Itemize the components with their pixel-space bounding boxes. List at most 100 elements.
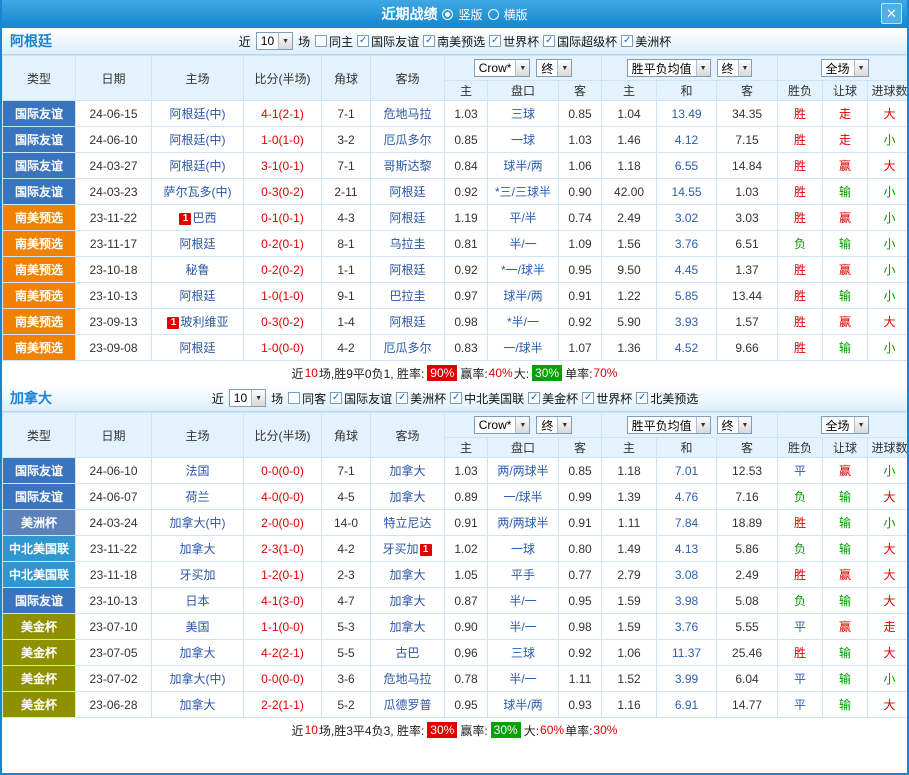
competition-filter-checkbox[interactable]: ✓中北美国联 (450, 390, 524, 407)
away-team-link[interactable]: 阿根廷 (389, 315, 425, 329)
recent-count-select[interactable]: 10▼ (229, 389, 266, 407)
handicap-cell: 半/一 (488, 588, 559, 614)
competition-type-cell: 南美预选 (3, 335, 76, 361)
layout-horizontal-label[interactable]: 横版 (504, 6, 528, 23)
avg-draw-odds-cell: 3.99 (657, 666, 717, 692)
away-team-link[interactable]: 加拿大 (389, 594, 425, 608)
home-team-link[interactable]: 美国 (185, 620, 209, 634)
avg-stage-select[interactable]: 终▼ (717, 59, 753, 77)
period-select[interactable]: 全场▼ (821, 416, 869, 434)
away-team-cell: 危地马拉 (371, 101, 445, 127)
away-team-link[interactable]: 加拿大 (389, 568, 425, 582)
home-team-link[interactable]: 加拿大(中) (170, 672, 226, 686)
goals-verdict-cell: 小 (868, 231, 909, 257)
handicap-verdict-cell: 输 (823, 588, 868, 614)
layout-horizontal-radio[interactable] (488, 9, 499, 20)
avg-stage-select[interactable]: 终▼ (717, 416, 753, 434)
close-icon[interactable]: ✕ (881, 3, 902, 24)
summary-text: 场,胜9平0负1, 胜率: (319, 365, 424, 382)
competition-filter-checkbox[interactable]: ✓美洲杯 (396, 390, 446, 407)
away-team-cell: 危地马拉 (371, 666, 445, 692)
home-team-cell: 1玻利维亚 (152, 309, 244, 335)
bookmaker-select[interactable]: Crow*▼ (474, 416, 531, 434)
home-team-link[interactable]: 荷兰 (185, 490, 209, 504)
away-team-link[interactable]: 阿根廷 (389, 185, 425, 199)
away-team-link[interactable]: 加拿大 (389, 464, 425, 478)
goals-verdict-cell: 小 (868, 127, 909, 153)
handicap-verdict-cell: 走 (823, 101, 868, 127)
ah-home-odds-cell: 1.19 (445, 205, 488, 231)
competition-filter-checkbox[interactable]: ✓世界杯 (489, 33, 539, 50)
chevron-down-icon: ▼ (738, 60, 752, 76)
result-cell: 胜 (778, 640, 823, 666)
avg-odds-select[interactable]: 胜平负均值▼ (627, 59, 711, 77)
col-ah-home: 主 (445, 81, 488, 101)
period-select[interactable]: 全场▼ (821, 59, 869, 77)
home-team-link[interactable]: 玻利维亚 (180, 315, 228, 329)
avg-odds-select[interactable]: 胜平负均值▼ (627, 416, 711, 434)
away-team-link[interactable]: 加拿大 (389, 620, 425, 634)
competition-filter-checkbox[interactable]: ✓美洲杯 (621, 33, 671, 50)
ah-home-odds-cell: 1.05 (445, 562, 488, 588)
away-team-link[interactable]: 牙买加 (382, 542, 418, 556)
competition-filter-checkbox[interactable]: ✓美金杯 (528, 390, 578, 407)
match-row: 国际友谊24-06-10法国0-0(0-0)7-1加拿大1.03两/两球半0.8… (3, 458, 909, 484)
chevron-down-icon: ▼ (557, 417, 571, 433)
home-team-link[interactable]: 阿根廷 (179, 289, 215, 303)
match-row: 美金杯23-07-10美国1-1(0-0)5-3加拿大0.90半/一0.981.… (3, 614, 909, 640)
away-team-link[interactable]: 加拿大 (389, 490, 425, 504)
home-team-link[interactable]: 法国 (185, 464, 209, 478)
layout-vertical-label[interactable]: 竖版 (458, 6, 482, 23)
handicap-verdict-cell: 赢 (823, 562, 868, 588)
home-team-link[interactable]: 加拿大 (179, 698, 215, 712)
away-team-link[interactable]: 阿根廷 (389, 211, 425, 225)
home-team-link[interactable]: 加拿大 (179, 646, 215, 660)
same-venue-checkbox[interactable]: 同客 (288, 390, 326, 407)
competition-filter-checkbox[interactable]: ✓国际友谊 (330, 390, 392, 407)
home-team-link[interactable]: 阿根廷(中) (170, 107, 226, 121)
away-team-link[interactable]: 危地马拉 (383, 672, 431, 686)
home-team-link[interactable]: 阿根廷 (179, 341, 215, 355)
away-team-link[interactable]: 巴拉圭 (389, 289, 425, 303)
home-team-link[interactable]: 阿根廷 (179, 237, 215, 251)
home-team-link[interactable]: 阿根廷(中) (170, 133, 226, 147)
odds-stage-select[interactable]: 终▼ (536, 416, 572, 434)
home-team-link[interactable]: 萨尔瓦多(中) (164, 185, 232, 199)
team-name: 阿根廷 (10, 31, 52, 51)
competition-type-cell: 国际友谊 (3, 127, 76, 153)
col-type: 类型 (3, 56, 76, 101)
handicap-cell: 三球 (488, 640, 559, 666)
away-team-link[interactable]: 特立尼达 (383, 516, 431, 530)
home-team-link[interactable]: 秘鲁 (185, 263, 209, 277)
corner-cell: 2-3 (322, 562, 371, 588)
home-team-link[interactable]: 牙买加 (179, 568, 215, 582)
competition-filter-checkbox[interactable]: ✓南美预选 (423, 33, 485, 50)
away-team-link[interactable]: 厄瓜多尔 (383, 341, 431, 355)
home-team-link[interactable]: 加拿大(中) (170, 516, 226, 530)
home-team-link[interactable]: 日本 (185, 594, 209, 608)
away-team-link[interactable]: 危地马拉 (383, 107, 431, 121)
home-team-link[interactable]: 阿根廷(中) (170, 159, 226, 173)
home-team-link[interactable]: 巴西 (192, 211, 216, 225)
away-team-link[interactable]: 厄瓜多尔 (383, 133, 431, 147)
layout-vertical-radio[interactable] (442, 9, 453, 20)
same-venue-checkbox[interactable]: 同主 (315, 33, 353, 50)
competition-filter-checkbox[interactable]: ✓国际超级杯 (543, 33, 617, 50)
avg-away-odds-cell: 25.46 (717, 640, 778, 666)
away-team-link[interactable]: 哥斯达黎 (383, 159, 431, 173)
avg-draw-odds-cell: 4.52 (657, 335, 717, 361)
recent-count-select[interactable]: 10▼ (256, 32, 293, 50)
avg-home-odds-cell: 42.00 (602, 179, 657, 205)
away-team-link[interactable]: 瓜德罗普 (383, 698, 431, 712)
away-team-link[interactable]: 阿根廷 (389, 263, 425, 277)
competition-filter-checkbox[interactable]: ✓世界杯 (582, 390, 632, 407)
odds-stage-select[interactable]: 终▼ (536, 59, 572, 77)
away-team-link[interactable]: 古巴 (395, 646, 419, 660)
competition-type-cell: 美金杯 (3, 614, 76, 640)
handicap-verdict-cell: 输 (823, 231, 868, 257)
competition-filter-checkbox[interactable]: ✓国际友谊 (357, 33, 419, 50)
bookmaker-select[interactable]: Crow*▼ (474, 59, 531, 77)
away-team-link[interactable]: 乌拉圭 (389, 237, 425, 251)
competition-filter-checkbox[interactable]: ✓北美预选 (636, 390, 698, 407)
home-team-link[interactable]: 加拿大 (179, 542, 215, 556)
